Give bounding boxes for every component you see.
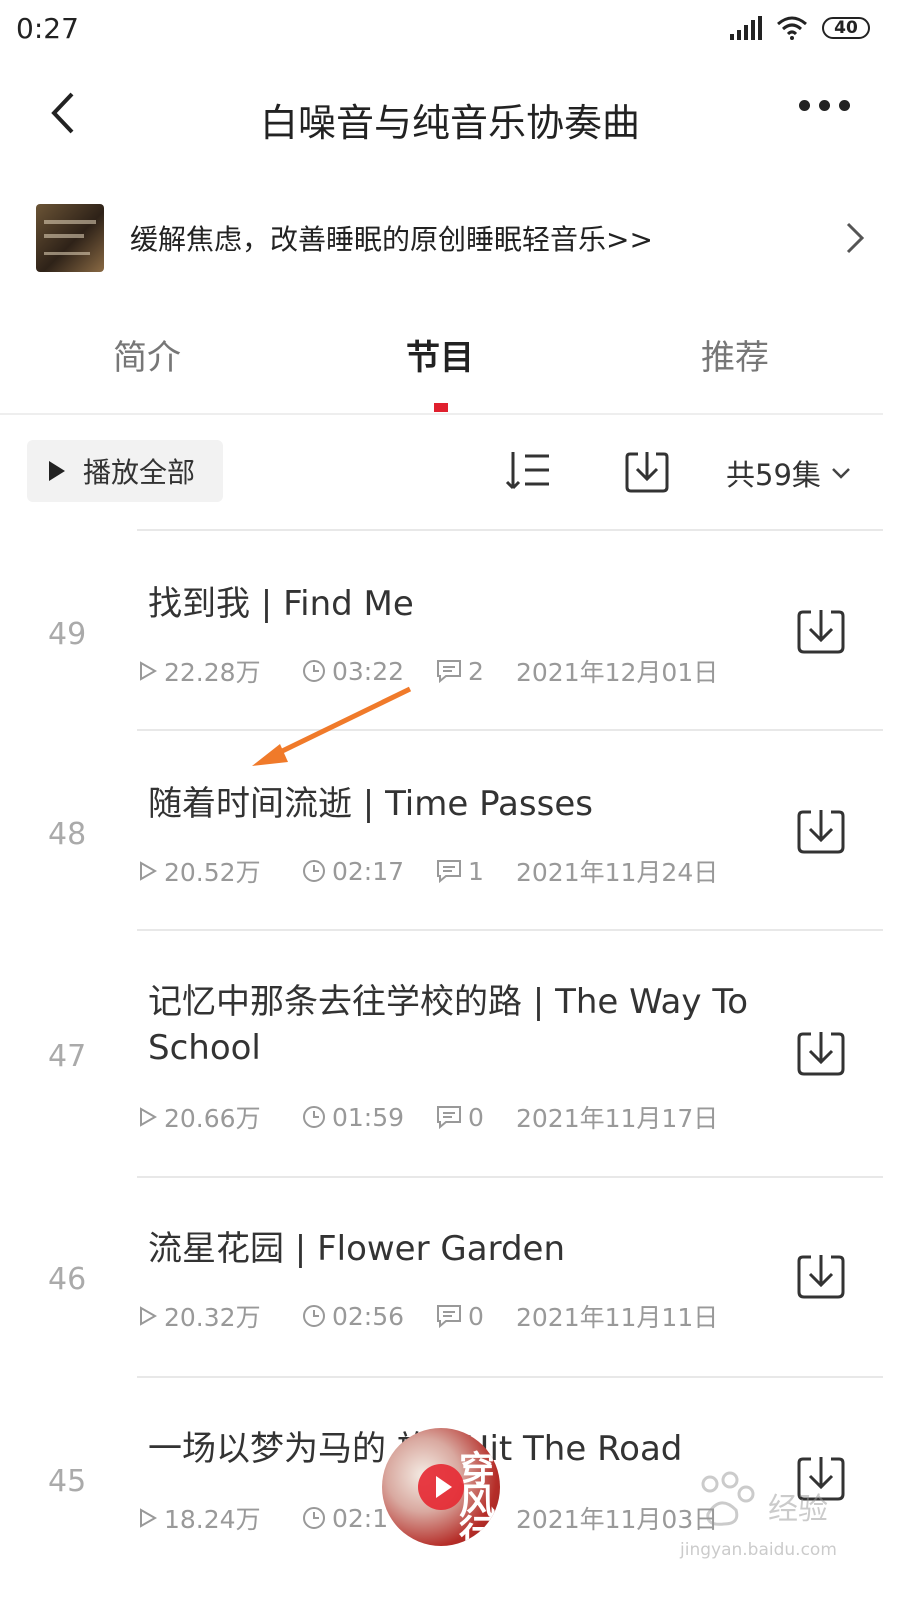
download-icon [797, 610, 845, 654]
publish-date: 2021年11月17日 [516, 1104, 719, 1133]
divider [137, 529, 883, 531]
download-icon [797, 810, 845, 854]
tab-indicator [434, 403, 448, 412]
play-count-icon [140, 661, 158, 681]
duration: 02:17 [332, 856, 405, 886]
promo-banner[interactable]: 缓解焦虑，改善睡眠的原创睡眠轻音乐>> [36, 204, 866, 274]
episode-title: 找到我 | Find Me [148, 584, 414, 624]
comment-icon [437, 1106, 461, 1129]
episode-count-dropdown[interactable]: 共59集 [726, 452, 851, 494]
comment-count: 2 [468, 656, 484, 686]
play-icon [418, 1464, 464, 1510]
episode-number: 47 [48, 1039, 87, 1074]
watermark-site: jingyan.baidu.com [680, 1540, 837, 1560]
paw-logo-icon [701, 1471, 755, 1526]
publish-date: 2021年11月11日 [516, 1303, 719, 1332]
chevron-right-icon [846, 222, 865, 254]
play-count: 20.52万 [164, 858, 261, 887]
episode-meta: 20.52万 02:17 1 2021年11月24日 [138, 853, 718, 889]
episode-row[interactable]: 49 找到我 | Find Me 22.28万 03:22 2 2021年12月01日 [0, 529, 900, 729]
comment-icon [437, 860, 461, 883]
sort-icon [505, 452, 549, 490]
sort-button[interactable] [505, 448, 553, 498]
download-icon [625, 452, 669, 493]
promo-text: 缓解焦虑，改善睡眠的原创睡眠轻音乐>> [130, 223, 653, 256]
clock-icon [303, 860, 325, 882]
clock-icon [303, 1106, 325, 1128]
duration: 03:22 [332, 656, 405, 686]
play-icon [49, 461, 65, 481]
play-count: 22.28万 [164, 658, 261, 687]
more-button[interactable] [799, 100, 850, 111]
download-button[interactable] [796, 807, 846, 859]
play-count: 20.32万 [164, 1303, 261, 1332]
play-count-icon [140, 861, 158, 881]
publish-date: 2021年12月01日 [516, 658, 719, 687]
play-all-label: 播放全部 [83, 456, 196, 489]
tab-episodes[interactable]: 节目 [340, 330, 540, 379]
play-count-icon [140, 1107, 158, 1127]
download-button[interactable] [796, 1252, 846, 1304]
episode-meta: 20.32万 02:56 0 2021年11月11日 [138, 1298, 718, 1334]
divider [137, 929, 883, 931]
duration: 02:56 [332, 1301, 405, 1331]
episode-meta: 22.28万 03:22 2 2021年12月01日 [138, 653, 718, 689]
play-count: 18.24万 [164, 1505, 261, 1534]
download-button[interactable] [796, 607, 846, 659]
clock-icon [303, 1305, 325, 1327]
play-count-icon [140, 1306, 158, 1326]
episode-number: 48 [48, 817, 87, 852]
episode-number: 45 [48, 1464, 87, 1499]
wifi-icon [777, 16, 807, 40]
play-count: 20.66万 [164, 1104, 261, 1133]
signal-icon [730, 16, 762, 40]
promo-thumbnail [36, 204, 104, 272]
download-icon [797, 1032, 845, 1076]
battery-icon: 40 [822, 17, 870, 39]
divider [0, 413, 883, 415]
episode-count-label: 共59集 [726, 458, 821, 492]
divider [137, 1176, 883, 1178]
more-dots-icon [799, 100, 810, 111]
episode-number: 46 [48, 1262, 87, 1297]
page-title: 白噪音与纯音乐协奏曲 [259, 101, 640, 145]
episode-title: 随着时间流逝 | Time Passes [148, 784, 593, 824]
comment-count: 1 [468, 856, 484, 886]
status-icons: 40 [730, 16, 870, 40]
tab-intro[interactable]: 简介 [47, 330, 247, 379]
download-icon [797, 1255, 845, 1299]
clock-icon [303, 660, 325, 682]
episode-row[interactable]: 47 记忆中那条去往学校的路 | The Way To School 20.66万 0… [0, 929, 900, 1133]
comment-icon [437, 660, 461, 683]
watermark-text: 经验 [768, 1492, 828, 1527]
duration: 02:1 [332, 1503, 389, 1533]
episode-row[interactable]: 46 流星花园 | Flower Garden 20.32万 02:56 0 2021年1… [0, 1176, 900, 1376]
publish-date: 2021年11月24日 [516, 858, 719, 887]
tab-recommend[interactable]: 推荐 [635, 330, 835, 379]
chevron-down-icon [832, 468, 850, 479]
download-button[interactable] [796, 1029, 846, 1081]
comment-count: 0 [468, 1301, 484, 1331]
annotation-arrow-icon [252, 686, 412, 766]
divider [137, 1376, 883, 1378]
duration: 01:59 [332, 1102, 405, 1132]
episode-row[interactable]: 48 随着时间流逝 | Time Passes 20.52万 02:17 1 2021年1… [0, 729, 900, 929]
episode-title: 记忆中那条去往学校的路 | The Way To School [148, 982, 749, 1068]
episode-number: 49 [48, 617, 87, 652]
status-time: 0:27 [16, 12, 79, 45]
mini-player[interactable]: 穿风行 [382, 1428, 500, 1546]
episode-meta: 20.66万 01:59 0 2021年11月17日 [138, 1099, 718, 1135]
clock-icon [303, 1507, 325, 1529]
divider [137, 729, 883, 731]
download-all-button[interactable] [624, 448, 670, 498]
comment-count: 0 [468, 1102, 484, 1132]
watermark: 经验 jingyan.baidu.com [680, 1470, 890, 1560]
comment-icon [437, 1305, 461, 1328]
episode-title: 流星花园 | Flower Garden [148, 1229, 565, 1269]
play-all-button[interactable]: 播放全部 [27, 440, 223, 502]
play-count-icon [140, 1508, 158, 1528]
